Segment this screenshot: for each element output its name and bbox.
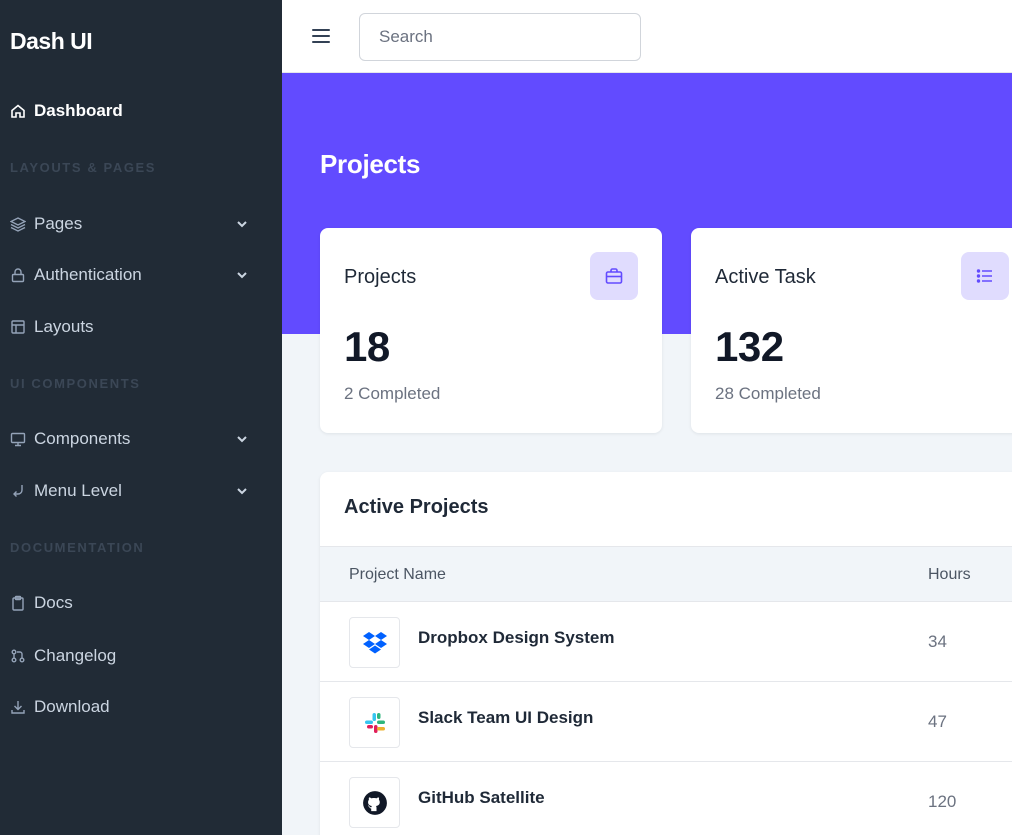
table-row[interactable]: Dropbox Design System 34 <box>320 602 1012 682</box>
sidebar-item-changelog[interactable]: Changelog <box>10 639 260 673</box>
stat-subtext: 28 Completed <box>715 384 821 403</box>
chevron-down-icon <box>237 436 247 443</box>
stat-card-projects: Projects 18 2 Completed <box>320 228 662 433</box>
table-header: Project Name Hours <box>320 546 1012 602</box>
project-name[interactable]: Slack Team UI Design <box>418 708 593 728</box>
sidebar-item-label: Layouts <box>34 317 94 336</box>
table-row[interactable]: Slack Team UI Design 47 <box>320 682 1012 762</box>
section-heading-layouts: LAYOUTS & PAGES <box>10 160 157 175</box>
sidebar-item-components[interactable]: Components <box>10 422 260 456</box>
home-icon <box>10 103 26 119</box>
download-icon <box>10 699 26 715</box>
sidebar-item-download[interactable]: Download <box>10 690 260 724</box>
chevron-down-icon <box>237 272 247 279</box>
stat-card-active-task: Active Task 132 28 Completed <box>691 228 1012 433</box>
git-pull-request-icon <box>10 648 26 664</box>
sidebar-item-docs[interactable]: Docs <box>10 586 260 620</box>
stat-value: 132 <box>715 323 784 370</box>
layers-icon <box>10 216 26 232</box>
briefcase-icon <box>590 252 638 300</box>
sidebar-item-menu-level[interactable]: Menu Level <box>10 474 260 508</box>
project-hours: 34 <box>928 632 947 651</box>
topbar <box>282 0 1012 73</box>
hamburger-menu-icon[interactable] <box>312 29 330 45</box>
sidebar-item-label: Components <box>34 429 131 448</box>
active-projects-card: Active Projects Project Name Hours Dropb… <box>320 472 1012 835</box>
sidebar-item-label: Dashboard <box>34 101 123 120</box>
sidebar-item-label: Download <box>34 697 110 716</box>
stat-title: Active Task <box>715 266 816 288</box>
clipboard-icon <box>10 595 26 611</box>
section-heading-ui-components: UI COMPONENTS <box>10 376 141 391</box>
sidebar-item-label: Pages <box>34 214 83 233</box>
corner-arrow-icon <box>10 483 26 499</box>
sidebar: Dash UI Dashboard LAYOUTS & PAGES Pages … <box>0 0 282 835</box>
stat-title: Projects <box>344 266 417 288</box>
project-name[interactable]: GitHub Satellite <box>418 788 545 808</box>
stat-value: 18 <box>344 323 390 370</box>
section-heading-documentation: DOCUMENTATION <box>10 540 145 555</box>
sidebar-item-layouts[interactable]: Layouts <box>10 310 260 344</box>
card-title: Active Projects <box>344 496 489 518</box>
layout-icon <box>10 319 26 335</box>
sidebar-item-label: Changelog <box>34 646 117 665</box>
monitor-icon <box>10 431 26 447</box>
slack-logo <box>349 697 400 748</box>
chevron-down-icon <box>237 221 247 228</box>
sidebar-item-label: Docs <box>34 593 73 612</box>
chevron-down-icon <box>237 488 247 495</box>
github-logo <box>349 777 400 828</box>
sidebar-item-dashboard[interactable]: Dashboard <box>10 94 260 128</box>
list-icon <box>961 252 1009 300</box>
brand-logo[interactable]: Dash UI <box>10 28 93 55</box>
page-title: Projects <box>320 149 421 179</box>
lock-icon <box>10 267 26 283</box>
column-header-hours: Hours <box>928 566 971 583</box>
project-hours: 120 <box>928 792 957 811</box>
sidebar-item-label: Authentication <box>34 265 142 284</box>
column-header-project-name: Project Name <box>349 566 446 583</box>
search-input[interactable] <box>359 13 641 61</box>
project-hours: 47 <box>928 712 947 731</box>
project-name[interactable]: Dropbox Design System <box>418 628 615 648</box>
stat-subtext: 2 Completed <box>344 384 441 403</box>
sidebar-item-label: Menu Level <box>34 481 122 500</box>
sidebar-item-authentication[interactable]: Authentication <box>10 258 260 292</box>
table-row[interactable]: GitHub Satellite 120 <box>320 762 1012 835</box>
dropbox-logo <box>349 617 400 668</box>
sidebar-item-pages[interactable]: Pages <box>10 207 260 241</box>
